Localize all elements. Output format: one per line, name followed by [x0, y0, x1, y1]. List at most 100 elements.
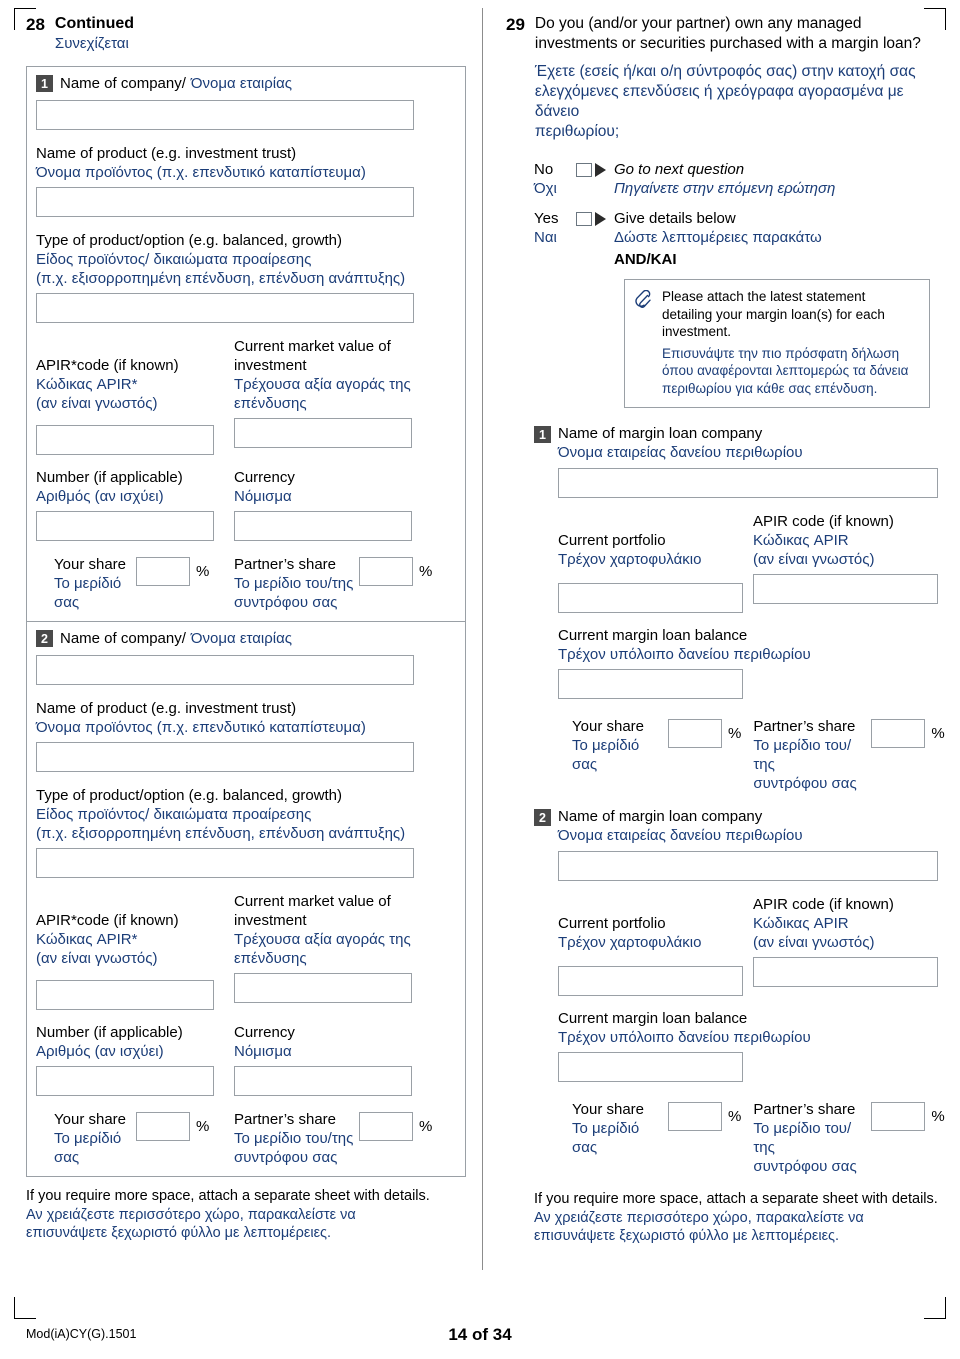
- block-1-number-input[interactable]: [36, 511, 214, 541]
- loan-1-balance-input[interactable]: [558, 669, 743, 699]
- loan-1-portfolio-input[interactable]: [558, 583, 743, 613]
- block-1-partner-share-input[interactable]: [359, 557, 413, 586]
- loan-2-portfolio-label-gr: Τρέχον χαρτοφυλάκιο: [558, 934, 702, 951]
- form-page: 28 Continued Συνεχίζεται 1 Name of compa…: [0, 0, 960, 1359]
- block-1-number-label-gr: Αριθμός (αν ισχύει): [36, 488, 164, 505]
- loan-1-portfolio-apir-row: Current portfolio Τρέχον χαρτοφυλάκιο AP…: [558, 512, 938, 613]
- block-1-apir-input[interactable]: [36, 425, 214, 455]
- block-1-type-label-gr1: Είδος προϊόντος/ δικαιώματα προαίρεσης: [36, 251, 312, 268]
- answer-no-label-gr: Όχι: [534, 180, 557, 197]
- loan-2-partner-share-label-en: Partner’s share: [753, 1101, 856, 1118]
- block-2-partner-share: Partner’s share Το μερίδιο του/της συντρ…: [234, 1110, 444, 1167]
- right-more-space-en: If you require more space, attach a sepa…: [534, 1191, 938, 1207]
- loan-1-shares-row: Your share Το μερίδιό σας % Partner’s sh…: [558, 717, 945, 793]
- block-1-currency-input[interactable]: [234, 511, 412, 541]
- block-1-company-input[interactable]: [36, 100, 414, 130]
- loan-2-your-share: Your share Το μερίδιό σας %: [558, 1100, 741, 1176]
- loan-2-portfolio: Current portfolio Τρέχον χαρτοφυλάκιο: [558, 895, 743, 996]
- block-1-currency-label-en: Currency: [234, 469, 295, 486]
- block-1-your-share-percent: %: [196, 563, 210, 580]
- loan-1-apir-input[interactable]: [753, 574, 938, 604]
- block-2-number-label-gr: Αριθμός (αν ισχύει): [36, 1043, 164, 1060]
- left-more-space-note: If you require more space, attach a sepa…: [26, 1187, 466, 1243]
- answer-no-row[interactable]: No Όχι Go to next question Πηγαίνετε στη…: [534, 160, 938, 198]
- answer-no-checkbox[interactable]: [576, 163, 592, 177]
- block-2-your-share-label-en: Your share: [54, 1111, 126, 1128]
- note-text-en1: Please attach the latest statement: [662, 289, 866, 304]
- crop-mark-bottom-left: [14, 1297, 36, 1319]
- loan-2-partner-share: Partner’s share Το μερίδιο του/της συντρ…: [753, 1100, 944, 1176]
- loan-1-partner-share-input[interactable]: [871, 719, 926, 748]
- loan-1-company-input[interactable]: [558, 468, 938, 498]
- loan-2-balance-input[interactable]: [558, 1052, 743, 1082]
- loan-2-company-label-en: Name of margin loan company: [558, 808, 763, 825]
- loan-1-balance-label-en: Current margin loan balance: [558, 627, 748, 644]
- block-1-shares-row: Your share Το μερίδιό σας % Partner’s sh…: [36, 555, 456, 612]
- loan-2-balance-label-en: Current margin loan balance: [558, 1010, 748, 1027]
- right-more-space-note: If you require more space, attach a sepa…: [534, 1190, 938, 1246]
- block-1-market-input[interactable]: [234, 418, 412, 448]
- loan-1-apir: APIR code (if known) Κώδικας APIR (αν εί…: [753, 512, 938, 613]
- block-2-type-input[interactable]: [36, 848, 414, 878]
- block-2-number: Number (if applicable) Αριθμός (αν ισχύε…: [36, 1023, 216, 1096]
- loan-2-apir-input[interactable]: [753, 957, 938, 987]
- answer-no-arrow-icon: [595, 163, 606, 177]
- block-1-type-input[interactable]: [36, 293, 414, 323]
- block-2-your-share-input[interactable]: [136, 1112, 190, 1141]
- margin-loan-block-1: 1 Name of margin loan company Όνομα εται…: [534, 424, 945, 793]
- block-2-market-label-gr1: Τρέχουσα αξία αγοράς της: [234, 931, 411, 948]
- loan-2-your-share-input[interactable]: [668, 1102, 722, 1131]
- note-text-en3: investment.: [662, 324, 732, 339]
- answer-yes-arrow-icon: [595, 212, 606, 226]
- loan-1-partner-share-percent: %: [931, 725, 945, 742]
- loan-2-shares-row: Your share Το μερίδιό σας % Partner’s sh…: [558, 1100, 945, 1176]
- loan-2-portfolio-apir-row: Current portfolio Τρέχον χαρτοφυλάκιο AP…: [558, 895, 938, 996]
- block-2-partner-share-input[interactable]: [359, 1112, 413, 1141]
- left-more-space-gr1: Αν χρειάζεστε περισσότερο χώρο, παρακαλε…: [26, 1206, 356, 1223]
- loan-1-partner-share-label-en: Partner’s share: [753, 718, 856, 735]
- block-1-number-currency-row: Number (if applicable) Αριθμός (αν ισχύε…: [36, 468, 456, 541]
- block-1-product: Name of product (e.g. investment trust) …: [36, 144, 456, 217]
- block-2-type-label-en: Type of product/option (e.g. balanced, g…: [36, 787, 343, 804]
- loan-2-company-input[interactable]: [558, 851, 938, 881]
- block-2-market-label-en2: investment: [234, 912, 307, 929]
- block-1-your-share-input[interactable]: [136, 557, 190, 586]
- loan-2-portfolio-label-en: Current portfolio: [558, 915, 666, 932]
- block-2-market-input[interactable]: [234, 973, 412, 1003]
- block-1-your-share-label-en: Your share: [54, 556, 126, 573]
- answer-yes-action-en: Give details below: [614, 210, 736, 227]
- block-2-apir-input[interactable]: [36, 980, 214, 1010]
- block-2-company-input[interactable]: [36, 655, 414, 685]
- block-1-company-label-en: Name of company/: [60, 75, 186, 92]
- answer-yes-row[interactable]: Yes Ναι Give details below Δώστε λεπτομέ…: [534, 209, 938, 269]
- left-more-space-en: If you require more space, attach a sepa…: [26, 1188, 430, 1204]
- answer-yes-checkbox[interactable]: [576, 212, 592, 226]
- note-text-gr3: περιθωρίου για κάθε σας επένδυση.: [662, 380, 878, 396]
- loan-1-apir-label-gr2: (αν είναι γνωστός): [753, 551, 875, 568]
- loan-1-apir-label-gr1: Κώδικας APIR: [753, 532, 849, 549]
- block-1-number: Number (if applicable) Αριθμός (αν ισχύε…: [36, 468, 216, 541]
- block-2-market-label-gr2: επένδυσης: [234, 950, 307, 967]
- block-1-product-input[interactable]: [36, 187, 414, 217]
- block-1-product-label-gr: Όνομα προϊόντος (π.χ. επενδυτικό καταπίσ…: [36, 164, 366, 181]
- loan-2-partner-share-label-gr1: Το μερίδιο του/της: [753, 1120, 852, 1156]
- block-1-product-label-en: Name of product (e.g. investment trust): [36, 145, 297, 162]
- loan-2-balance-label-gr: Τρέχον υπόλοιπο δανείου περιθωρίου: [558, 1029, 811, 1046]
- loan-1-apir-label-en: APIR code (if known): [753, 513, 894, 530]
- block-2-product-input[interactable]: [36, 742, 414, 772]
- block-2-number-label-en: Number (if applicable): [36, 1024, 183, 1041]
- answer-no-action-en: Go to next question: [614, 161, 745, 178]
- block-2-currency-label-gr: Νόμισμα: [234, 1043, 292, 1060]
- block-2-currency-input[interactable]: [234, 1066, 412, 1096]
- loan-2-portfolio-input[interactable]: [558, 966, 743, 996]
- loan-1-your-share-input[interactable]: [668, 719, 722, 748]
- answer-yes-label-gr: Ναι: [534, 229, 557, 246]
- right-more-space-gr1: Αν χρειάζεστε περισσότερο χώρο, παρακαλε…: [534, 1209, 864, 1226]
- block-1-apir: APIR*code (if known) Κώδικας APIR* (αν ε…: [36, 337, 216, 455]
- loan-2-partner-share-input[interactable]: [871, 1102, 926, 1131]
- block-2-number-input[interactable]: [36, 1066, 214, 1096]
- block-2-apir-market-row: APIR*code (if known) Κώδικας APIR* (αν ε…: [36, 892, 456, 1010]
- block-1-market-label-en1: Current market value of: [234, 338, 391, 355]
- block-1-market-label-gr2: επένδυσης: [234, 395, 307, 412]
- loan-2-your-share-percent: %: [728, 1108, 742, 1125]
